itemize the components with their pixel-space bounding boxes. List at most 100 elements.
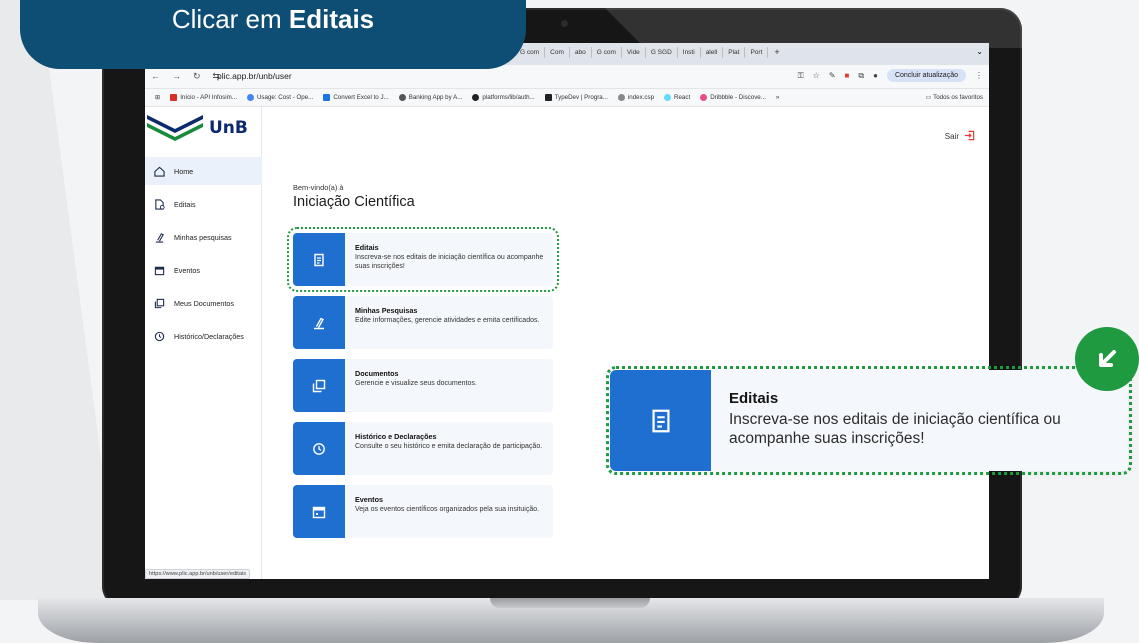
card-description: Consulte o seu histórico e emita declara… xyxy=(355,443,543,450)
home-icon xyxy=(153,165,165,177)
main-content: Bem-vindo(a) à Iniciação Científica Edit… xyxy=(287,183,559,538)
sidebar-item-historico[interactable]: Histórico/Declarações xyxy=(145,322,262,350)
research-icon xyxy=(293,296,345,349)
bookmark-item[interactable]: Usage: Cost - Ope... xyxy=(246,94,313,101)
forward-icon[interactable]: → xyxy=(172,71,181,82)
sidebar-item-home[interactable]: Home xyxy=(145,157,262,185)
all-favorites-label: Todos os favoritos xyxy=(933,94,983,101)
card-historico-declaracoes[interactable]: Histórico e Declarações Consulte o seu h… xyxy=(293,422,553,475)
browser-tab[interactable]: Plat xyxy=(723,47,746,58)
bookmark-item[interactable]: Início - API Infosim... xyxy=(170,94,237,101)
bookmark-label: Banking App by A... xyxy=(408,94,463,101)
extensions-icon[interactable]: ⧉ xyxy=(858,71,864,81)
profile-avatar-icon[interactable]: ● xyxy=(873,71,878,80)
history-icon xyxy=(153,330,165,342)
logo-text: UnB xyxy=(209,118,248,138)
laptop-notch xyxy=(490,598,650,608)
card-title: Editais xyxy=(355,243,379,252)
card-description: Gerencie e visualize seus documentos. xyxy=(355,380,477,387)
unb-logo[interactable]: UnB xyxy=(147,115,248,141)
logout-label: Sair xyxy=(944,132,959,141)
eyedropper-icon[interactable]: ✎ xyxy=(829,71,836,80)
logout-button[interactable]: Sair xyxy=(945,130,975,143)
menu-icon[interactable]: ⋮ xyxy=(975,71,983,80)
url-field[interactable]: plic.app.br/unb/user xyxy=(217,71,292,81)
bookmark-label: Início - API Infosim... xyxy=(180,94,237,101)
browser-tab[interactable]: abo xyxy=(570,47,592,58)
sidebar-item-label: Meus Documentos xyxy=(174,298,234,308)
zoomed-card-title: Editais xyxy=(729,390,779,407)
browser-tab[interactable]: G SGD xyxy=(646,47,678,58)
document-icon xyxy=(293,233,345,286)
calendar-icon xyxy=(293,485,345,538)
zoomed-card-editais[interactable]: Editais Inscreva-se nos editais de inici… xyxy=(606,366,1132,475)
browser-tab[interactable]: G com xyxy=(592,47,622,58)
browser-tab[interactable]: Insti xyxy=(678,47,701,58)
card-list: Editais Inscreva-se nos editais de inici… xyxy=(287,227,559,548)
card-title: Documentos xyxy=(355,369,399,378)
browser-tab[interactable]: alell xyxy=(701,47,724,58)
sidebar-item-meus-documentos[interactable]: Meus Documentos xyxy=(145,289,262,317)
webcam xyxy=(561,20,568,27)
bookmark-label: index.csp xyxy=(627,94,655,101)
sidebar-item-label: Minhas pesquisas xyxy=(174,232,232,242)
bookmark-item[interactable]: Convert Excel to J... xyxy=(323,94,389,101)
calendar-icon xyxy=(153,264,165,276)
card-documentos[interactable]: Documentos Gerencie e visualize seus doc… xyxy=(293,359,553,412)
all-favorites-folder[interactable]: ▭ Todos os favoritos xyxy=(926,94,983,101)
zoomed-card-description: Inscreva-se nos editais de iniciação cie… xyxy=(729,411,1061,447)
key-icon[interactable]: ⚿ xyxy=(798,71,804,81)
bookmark-label: Dribbble - Discove... xyxy=(710,94,766,101)
arrow-down-left-icon xyxy=(1075,327,1139,391)
documents-icon xyxy=(153,297,165,309)
bookmarks-bar: ⊞ Início - API Infosim... Usage: Cost - … xyxy=(145,89,989,107)
sidebar-nav: Home Editais Minhas pesquisas Eventos Me… xyxy=(145,157,262,355)
card-title: Histórico e Declarações xyxy=(355,432,437,441)
card-eventos[interactable]: Eventos Veja os eventos científicos orga… xyxy=(293,485,553,538)
tab-list: G com Com abo G com Vide G SGD Insti ale… xyxy=(515,47,786,58)
apps-icon[interactable]: ⊞ xyxy=(155,94,160,101)
folder-icon: ▭ xyxy=(925,94,934,101)
bookmark-item[interactable]: platforms/lib/auth... xyxy=(472,94,535,101)
bookmark-item[interactable]: TypeDev | Progra... xyxy=(544,94,608,101)
sidebar: UnB Home Editais Minhas pesquisas Evento… xyxy=(145,107,262,579)
page-title: Iniciação Científica xyxy=(293,194,415,210)
back-icon[interactable]: ← xyxy=(151,71,160,82)
sidebar-item-editais[interactable]: Editais xyxy=(145,190,262,218)
card-title: Minhas Pesquisas xyxy=(355,306,418,315)
welcome-text: Bem-vindo(a) à xyxy=(293,183,344,192)
update-button[interactable]: Concluir atualização xyxy=(886,69,966,82)
browser-tab[interactable]: Vide xyxy=(622,47,646,58)
card-minhas-pesquisas[interactable]: Minhas Pesquisas Edite informações, gere… xyxy=(293,296,553,349)
sidebar-item-eventos[interactable]: Eventos xyxy=(145,256,262,284)
callout-bold: Editais xyxy=(288,4,375,34)
bookmark-label: platforms/lib/auth... xyxy=(482,94,535,101)
browser-window: G com Com abo G com Vide G SGD Insti ale… xyxy=(145,43,989,579)
documents-icon xyxy=(293,359,345,412)
star-icon[interactable]: ☆ xyxy=(813,71,820,80)
extension-red-icon[interactable]: ■ xyxy=(845,71,850,80)
bookmarks-more[interactable]: » xyxy=(776,94,779,101)
history-icon xyxy=(293,422,345,475)
sidebar-item-minhas-pesquisas[interactable]: Minhas pesquisas xyxy=(145,223,262,251)
logout-icon xyxy=(964,130,975,143)
bookmark-item[interactable]: Dribbble - Discove... xyxy=(700,94,766,101)
card-description: Edite informações, gerencie atividades e… xyxy=(355,317,540,324)
bookmark-label: Convert Excel to J... xyxy=(333,94,389,101)
bookmark-item[interactable]: Banking App by A... xyxy=(398,94,463,101)
unb-logo-icon xyxy=(147,115,203,141)
browser-tab[interactable]: Port xyxy=(745,47,769,58)
card-title: Eventos xyxy=(355,495,383,504)
reload-icon[interactable]: ↻ xyxy=(193,71,201,82)
card-description: Inscreva-se nos editais de iniciação cie… xyxy=(355,254,544,270)
tab-search-icon[interactable]: ⌄ xyxy=(976,47,983,56)
browser-tab[interactable]: Com xyxy=(545,47,570,58)
sidebar-item-label: Editais xyxy=(174,199,196,209)
card-editais[interactable]: Editais Inscreva-se nos editais de inici… xyxy=(287,227,559,292)
bookmark-label: TypeDev | Progra... xyxy=(554,94,608,101)
bookmark-item[interactable]: React xyxy=(664,94,690,101)
status-bar-url: https://www.plic.app.br/unb/user/editais xyxy=(145,569,251,579)
bookmark-item[interactable]: index.csp xyxy=(617,94,655,101)
sidebar-item-label: Eventos xyxy=(174,265,200,275)
new-tab-button[interactable]: + xyxy=(768,47,785,58)
